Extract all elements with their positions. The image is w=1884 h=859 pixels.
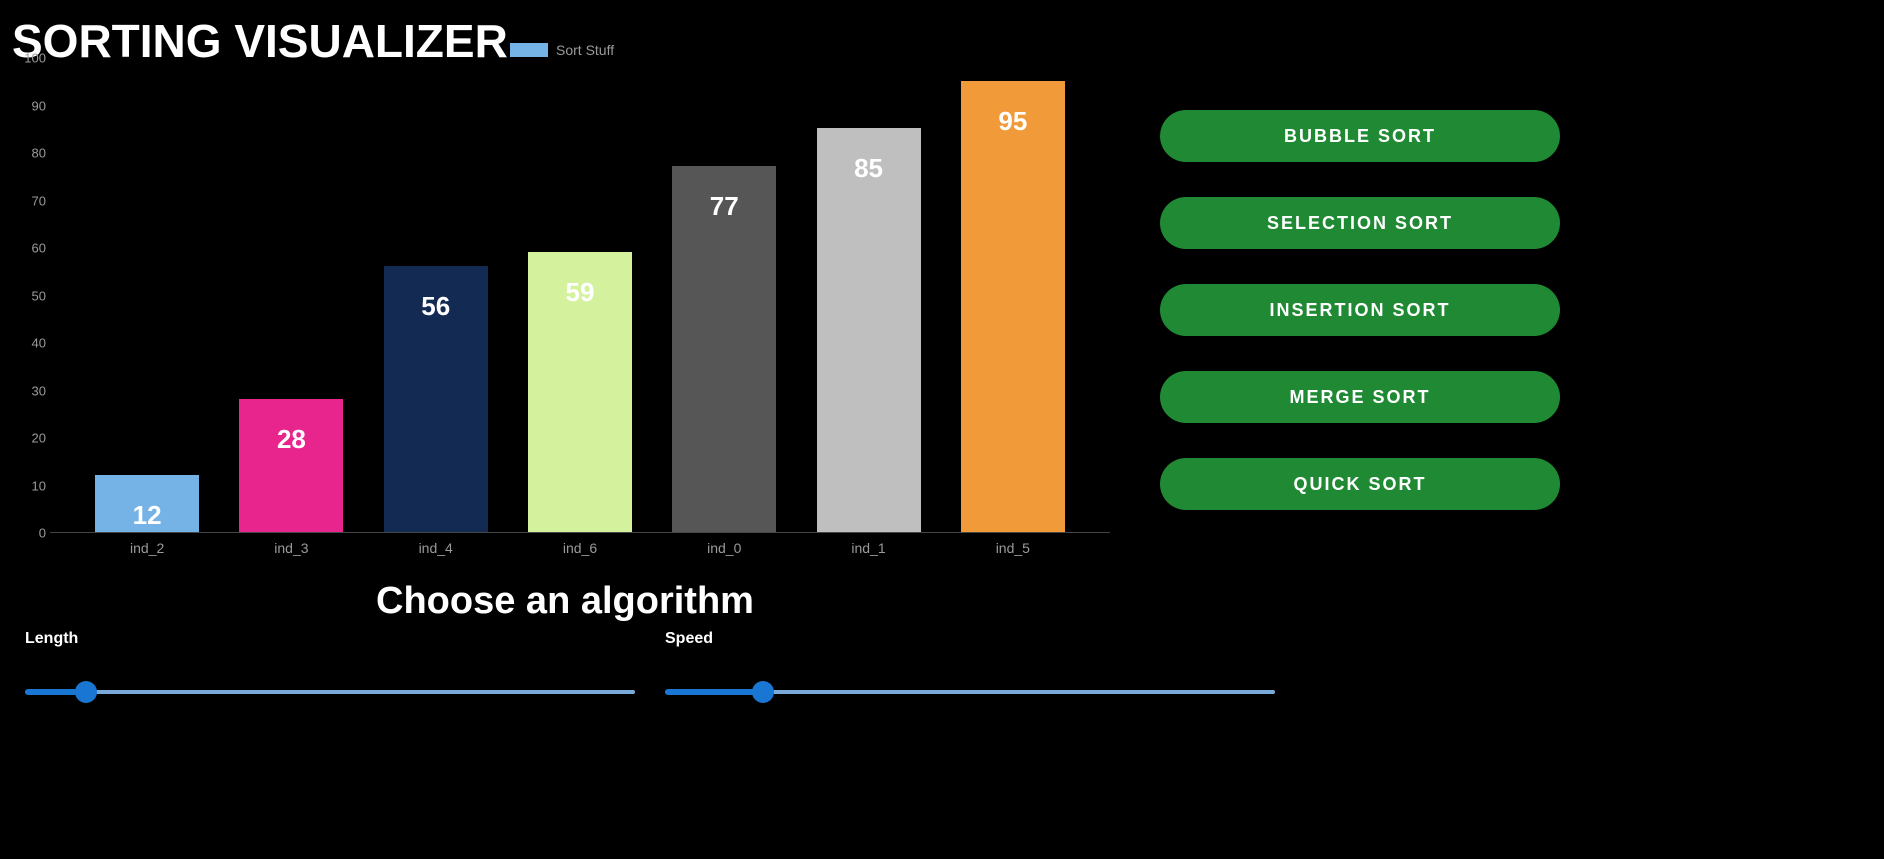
chart-bar: 59 (528, 252, 632, 532)
y-tick: 100 (20, 51, 46, 66)
y-tick: 30 (20, 383, 46, 398)
y-tick: 80 (20, 146, 46, 161)
speed-slider-label: Speed (665, 630, 1275, 648)
insertion-sort-button[interactable]: INSERTION SORT (1160, 284, 1560, 336)
bar-value-label: 28 (239, 424, 343, 455)
chart-bar: 56 (384, 266, 488, 532)
x-tick: ind_1 (796, 540, 940, 556)
bar-value-label: 95 (961, 106, 1065, 137)
bar-value-label: 77 (672, 191, 776, 222)
legend-label: Sort Stuff (556, 42, 614, 58)
bubble-sort-button[interactable]: BUBBLE SORT (1160, 110, 1560, 162)
slider-thumb[interactable] (75, 681, 97, 703)
bar-value-label: 59 (528, 277, 632, 308)
chart-bar: 95 (961, 81, 1065, 532)
status-text: Choose an algorithm (10, 580, 1120, 623)
y-tick: 60 (20, 241, 46, 256)
y-tick: 40 (20, 336, 46, 351)
y-tick: 50 (20, 288, 46, 303)
chart-bar: 12 (95, 475, 199, 532)
bar-value-label: 56 (384, 291, 488, 322)
selection-sort-button[interactable]: SELECTION SORT (1160, 197, 1560, 249)
chart-legend: Sort Stuff (510, 42, 614, 58)
sort-chart: Sort Stuff 01020304050607080901001228565… (10, 50, 1120, 550)
length-slider-label: Length (25, 630, 635, 648)
legend-swatch (510, 43, 548, 57)
y-tick: 20 (20, 431, 46, 446)
bar-value-label: 85 (817, 153, 921, 184)
x-tick: ind_2 (75, 540, 219, 556)
merge-sort-button[interactable]: MERGE SORT (1160, 371, 1560, 423)
x-tick: ind_5 (941, 540, 1085, 556)
y-tick: 70 (20, 193, 46, 208)
length-slider[interactable] (25, 682, 635, 702)
x-tick: ind_6 (508, 540, 652, 556)
chart-bar: 28 (239, 399, 343, 532)
chart-bar: 85 (817, 128, 921, 532)
x-tick: ind_3 (219, 540, 363, 556)
algorithm-buttons: BUBBLE SORT SELECTION SORT INSERTION SOR… (1160, 110, 1560, 510)
slider-track (25, 690, 635, 694)
chart-bar: 77 (672, 166, 776, 532)
y-tick: 0 (20, 526, 46, 541)
slider-fill (665, 689, 763, 695)
x-tick: ind_4 (364, 540, 508, 556)
speed-slider[interactable] (665, 682, 1275, 702)
x-tick: ind_0 (652, 540, 796, 556)
bar-value-label: 12 (95, 500, 199, 531)
slider-thumb[interactable] (752, 681, 774, 703)
quick-sort-button[interactable]: QUICK SORT (1160, 458, 1560, 510)
y-tick: 10 (20, 478, 46, 493)
y-tick: 90 (20, 98, 46, 113)
